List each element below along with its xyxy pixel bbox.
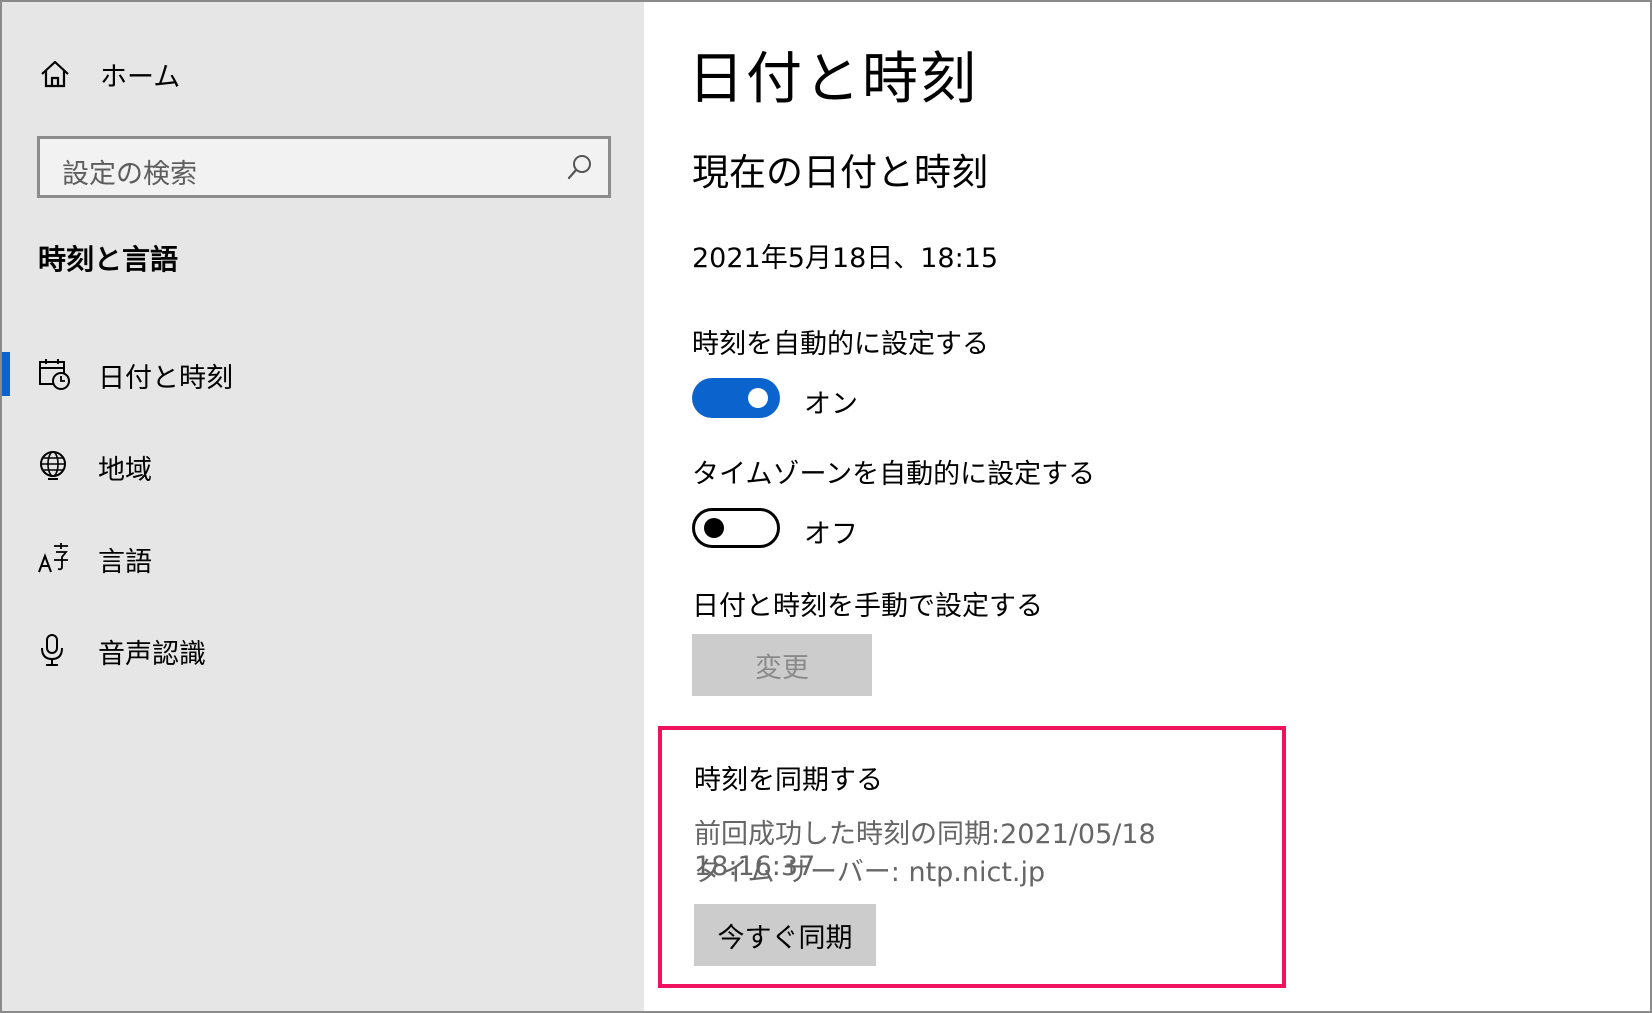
time-server-text: タイム サーバー: ntp.nict.jp [694,857,1046,888]
search-placeholder: 設定の検索 [62,159,197,190]
microphone-icon [41,634,63,666]
toggle-knob [704,518,724,538]
search-input[interactable]: 設定の検索 [37,136,611,198]
page-title: 日付と時刻 [688,47,978,112]
sidebar-item-label: 音声認識 [98,639,206,670]
globe-icon [40,451,66,480]
home-link[interactable]: ホーム [38,52,180,96]
main-content: 日付と時刻 現在の日付と時刻 2021年5月18日、18:15 時刻を自動的に設… [644,2,1650,1011]
selected-indicator [2,352,10,396]
sidebar-item-region[interactable]: 地域 [2,434,644,498]
sidebar-item-label: 言語 [98,547,152,578]
sidebar-item-speech[interactable]: 音声認識 [2,618,644,682]
auto-time-state: オン [804,389,858,420]
sync-section-highlight: 時刻を同期する 前回成功した時刻の同期:2021/05/18 18:16:37 … [658,726,1286,988]
section-subtitle: 現在の日付と時刻 [692,151,988,194]
auto-timezone-label: タイムゾーンを自動的に設定する [692,459,1096,490]
sync-title: 時刻を同期する [694,765,883,796]
sync-now-button[interactable]: 今すぐ同期 [694,904,876,966]
current-datetime: 2021年5月18日、18:15 [692,243,999,274]
sidebar-item-language[interactable]: 言語 [2,526,644,590]
change-button[interactable]: 変更 [692,634,872,696]
sidebar-item-label: 日付と時刻 [98,363,233,394]
home-label: ホーム [100,61,181,93]
manual-set-label: 日付と時刻を手動で設定する [692,591,1043,622]
settings-window: ホーム 設定の検索 時刻と言語 日付と時刻 地域 言語 音声認識 日付と時刻 現… [0,0,1652,1013]
auto-timezone-toggle[interactable] [692,508,780,548]
toggle-knob [748,388,768,408]
sidebar: ホーム 設定の検索 時刻と言語 日付と時刻 地域 言語 音声認識 [2,2,644,1011]
sidebar-item-date-time[interactable]: 日付と時刻 [2,342,644,406]
calendar-clock-icon [39,359,70,390]
search-icon [567,155,591,180]
auto-time-toggle[interactable] [692,378,780,418]
auto-timezone-state: オフ [804,519,858,550]
home-icon [41,60,69,88]
language-icon [38,543,68,573]
section-title: 時刻と言語 [38,243,179,276]
auto-time-label: 時刻を自動的に設定する [692,329,989,360]
sidebar-item-label: 地域 [98,455,152,486]
